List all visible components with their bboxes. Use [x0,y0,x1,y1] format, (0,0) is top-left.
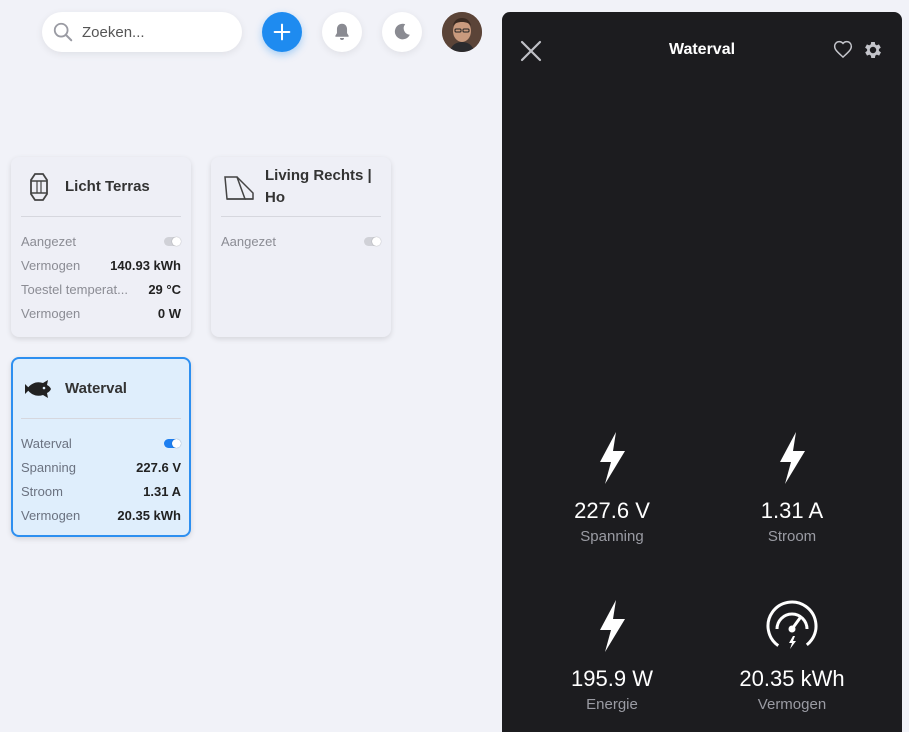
avatar[interactable] [442,12,482,52]
card-row-waterval: Waterval [21,431,181,455]
card-row-spanning: Spanning 227.6 V [21,459,181,475]
card-title: Waterval [65,379,127,397]
card-row-vermogen-w: Vermogen 0 W [21,305,181,321]
power-toggle[interactable] [364,236,381,246]
card-row-stroom: Stroom 1.31 A [21,483,181,499]
add-button[interactable] [262,12,302,52]
lightning-icon [600,432,625,484]
metric-vermogen: 20.35 kWh Vermogen [707,598,877,713]
theme-toggle-button[interactable] [382,12,422,52]
user-avatar-icon [442,12,482,52]
notifications-button[interactable] [322,12,362,52]
metric-energie: 195.9 W Energie [527,598,697,713]
device-card-living-rechts[interactable]: Living Rechts | Ho Aangezet [211,157,391,337]
plus-icon [273,23,291,41]
fish-icon [23,373,55,405]
search-box[interactable] [42,12,242,52]
bell-icon [335,23,349,40]
card-row-temperatuur: Toestel temperat... 29 °C [21,281,181,297]
moon-icon [394,23,410,40]
search-icon [53,22,73,42]
card-row-aangezet: Aangezet [21,229,181,253]
card-title: Living Rechts | Ho [265,166,372,206]
panel-header: Waterval [502,12,902,88]
lantern-icon [23,171,55,203]
card-row-aangezet: Aangezet [221,229,381,253]
device-card-waterval[interactable]: Waterval Waterval Spanning 227.6 V Stroo… [11,357,191,537]
search-input[interactable] [82,23,232,41]
power-toggle[interactable] [164,236,181,246]
lightning-icon [780,432,805,484]
card-row-vermogen: Vermogen 20.35 kWh [21,507,181,523]
heart-icon[interactable] [833,40,853,60]
metric-stroom: 1.31 A Stroom [707,430,877,545]
gear-icon[interactable] [862,39,884,61]
floor-lamp-icon [223,171,255,203]
metric-spanning: 227.6 V Spanning [527,430,697,545]
device-detail-panel: Waterval 227.6 V Spanning 1.31 A Stroom [502,12,902,732]
lightning-icon [600,600,625,652]
card-title: Licht Terras [65,177,150,195]
gauge-icon [766,600,818,652]
power-toggle[interactable] [164,438,181,448]
card-row-vermogen: Vermogen 140.93 kWh [21,257,181,273]
device-card-licht-terras[interactable]: Licht Terras Aangezet Vermogen 140.93 kW… [11,157,191,337]
